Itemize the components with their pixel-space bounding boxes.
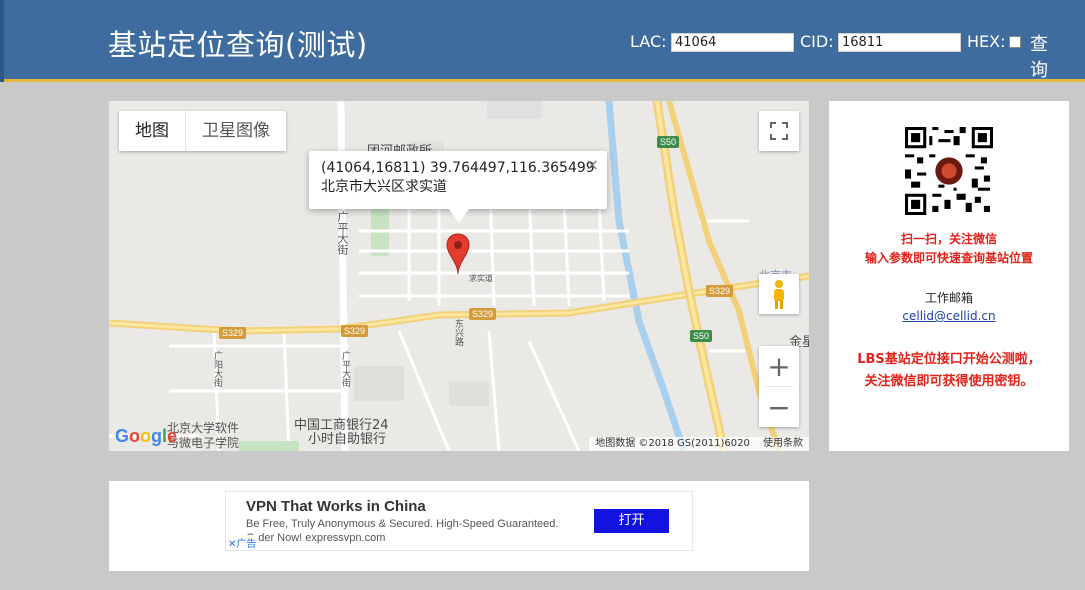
promo-sidebar: 扫一扫，关注微信 输入参数即可快速查询基站位置 工作邮箱 cellid@cell…	[829, 101, 1069, 451]
notice-line-2: 关注微信即可获得使用密钥。	[864, 374, 1034, 389]
road-shield: S50	[690, 330, 713, 342]
hex-label: HEX:	[967, 32, 1006, 51]
email-link[interactable]: cellid@cellid.cn	[829, 309, 1069, 323]
map-type-satellite[interactable]: 卫星图像	[186, 111, 286, 151]
ad-choices-badge[interactable]: ✕广告	[226, 535, 259, 550]
cid-input[interactable]	[838, 33, 961, 52]
hex-checkbox[interactable]	[1009, 36, 1021, 48]
map-type-control: 地图 卫星图像	[119, 111, 286, 151]
scan-text-2: 输入参数即可快速查询基站位置	[864, 251, 1033, 265]
zoom-control: + −	[759, 346, 799, 427]
ad-banner[interactable]: VPN That Works in China Be Free, Truly A…	[225, 491, 693, 551]
google-logo: Google	[115, 426, 178, 446]
map-type-map[interactable]: 地图	[119, 111, 186, 151]
lac-label: LAC:	[630, 32, 667, 51]
pegman-icon	[774, 280, 784, 309]
email-label: 工作邮箱	[924, 291, 973, 305]
road-shield: S50	[657, 136, 680, 148]
map-label-guangping: 广平大街	[336, 211, 349, 255]
road-shield: S329	[706, 285, 734, 297]
scan-text: 扫一扫，关注微信	[900, 232, 997, 246]
fullscreen-button[interactable]	[759, 111, 799, 151]
road-shield: S329	[341, 325, 369, 337]
notice-line-1: LBS基站定位接口开始公测啦，	[857, 352, 1041, 367]
site-header: 基站定位查询(测试) LAC: CID: HEX: 查 询	[0, 0, 1085, 82]
terms-link[interactable]: 使用条款	[763, 438, 803, 449]
ad-description: Be Free, Truly Anonymous & Secured. High…	[246, 518, 559, 530]
ad-title[interactable]: VPN That Works in China	[246, 498, 426, 515]
location-marker-icon[interactable]	[446, 233, 470, 275]
zoom-in-button[interactable]: +	[759, 346, 799, 386]
lac-input[interactable]	[671, 33, 794, 52]
cid-label: CID:	[800, 32, 834, 51]
qr-code-icon	[905, 127, 993, 215]
map-label-guangyang: 广阳大街	[212, 351, 222, 387]
ad-url[interactable]: Order Now! expressvpn.com	[246, 532, 385, 544]
query-button[interactable]: 查 询	[1030, 30, 1050, 82]
page-title: 基站定位查询(测试)	[108, 28, 368, 62]
info-close-button[interactable]: ×	[586, 155, 599, 174]
header-edge	[0, 0, 4, 82]
map-label-qiushi: 求实道	[469, 274, 493, 283]
ad-panel: VPN That Works in China Be Free, Truly A…	[109, 481, 809, 571]
map-label-dongxing: 东兴路	[453, 319, 463, 346]
road-shield: S329	[219, 327, 247, 339]
street-view-button[interactable]	[759, 274, 799, 314]
info-coords: (41064,16811) 39.764497,116.365499	[321, 160, 595, 176]
map-label-icbc-2: 小时自助银行	[308, 432, 387, 447]
map-view[interactable]: 团河邮政所 广平大街 广平大街 广阳大街 东兴路 求实道 中国工商银行24 小时…	[109, 101, 809, 451]
info-window: (41064,16811) 39.764497,116.365499 北京市大兴…	[309, 151, 607, 223]
info-tail	[449, 209, 469, 223]
map-label-guangping-south: 广平大街	[340, 351, 350, 387]
attribution-text: 地图数据 ©2018 GS(2011)6020	[595, 438, 750, 449]
ad-open-button[interactable]: 打开	[594, 509, 669, 533]
map-label-pku-2: 与微电子学院	[167, 436, 240, 450]
info-address: 北京市大兴区求实道	[321, 179, 447, 195]
map-attribution: 地图数据 ©2018 GS(2011)6020 使用条款	[589, 437, 809, 451]
zoom-out-button[interactable]: −	[759, 387, 799, 427]
fullscreen-icon	[770, 122, 788, 140]
road-shield: S329	[469, 308, 497, 320]
